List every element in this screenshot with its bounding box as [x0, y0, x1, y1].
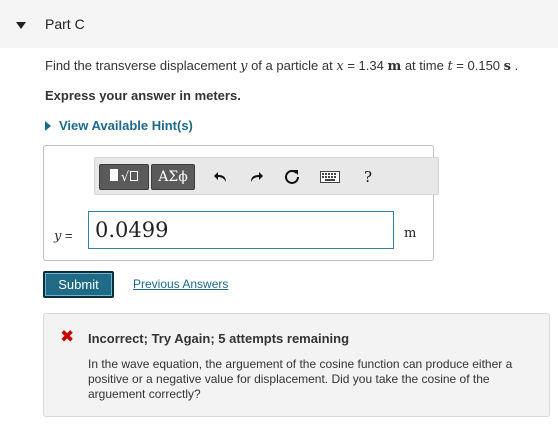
submit-button[interactable]: Submit — [43, 271, 114, 298]
feedback-title: Incorrect; Try Again; 5 attempts remaini… — [88, 331, 350, 346]
var-x: x — [336, 59, 344, 74]
problem-prefix: Find the transverse displacement — [45, 58, 241, 73]
templates-icon: √ — [109, 168, 139, 186]
problem-mid1: of a particle at — [247, 58, 337, 73]
view-hints-link[interactable]: View Available Hint(s) — [45, 118, 193, 133]
math-toolbar: √ ΑΣϕ ? — [94, 157, 439, 195]
problem-end: . — [510, 58, 519, 73]
templates-button[interactable]: √ — [99, 164, 149, 190]
part-header[interactable]: Part C — [0, 0, 558, 48]
hint-triangle-icon — [45, 120, 51, 131]
incorrect-x-icon: ✖ — [60, 327, 75, 346]
help-button[interactable]: ? — [357, 167, 379, 187]
feedback-message: In the wave equation, the arguement of t… — [88, 357, 513, 401]
reset-icon[interactable] — [281, 167, 303, 187]
answer-input[interactable] — [88, 211, 394, 249]
greek-symbols-button[interactable]: ΑΣϕ — [151, 164, 195, 190]
problem-eq2: = 0.150 — [452, 58, 504, 73]
problem-statement: Find the transverse displacement y of a … — [45, 58, 518, 74]
answer-unit: m — [404, 226, 417, 241]
unit-s: s — [503, 59, 511, 74]
unit-m: m — [387, 59, 402, 74]
express-instruction: Express your answer in meters. — [45, 88, 241, 103]
problem-mid2: at time — [401, 58, 448, 73]
collapse-caret-icon[interactable] — [16, 22, 26, 29]
keyboard-icon[interactable] — [319, 167, 341, 187]
answer-box: √ ΑΣϕ ? y = m — [43, 145, 439, 261]
feedback-panel: ✖ Incorrect; Try Again; 5 attempts remai… — [43, 313, 550, 417]
problem-eq1: = 1.34 — [343, 58, 388, 73]
undo-icon[interactable] — [210, 167, 232, 187]
previous-answers-link[interactable]: Previous Answers — [133, 277, 228, 291]
answer-equals: = — [61, 228, 73, 243]
hint-label: View Available Hint(s) — [59, 118, 193, 133]
part-title: Part C — [45, 16, 85, 32]
redo-icon[interactable] — [245, 167, 267, 187]
answer-variable-label: y = — [54, 228, 73, 244]
